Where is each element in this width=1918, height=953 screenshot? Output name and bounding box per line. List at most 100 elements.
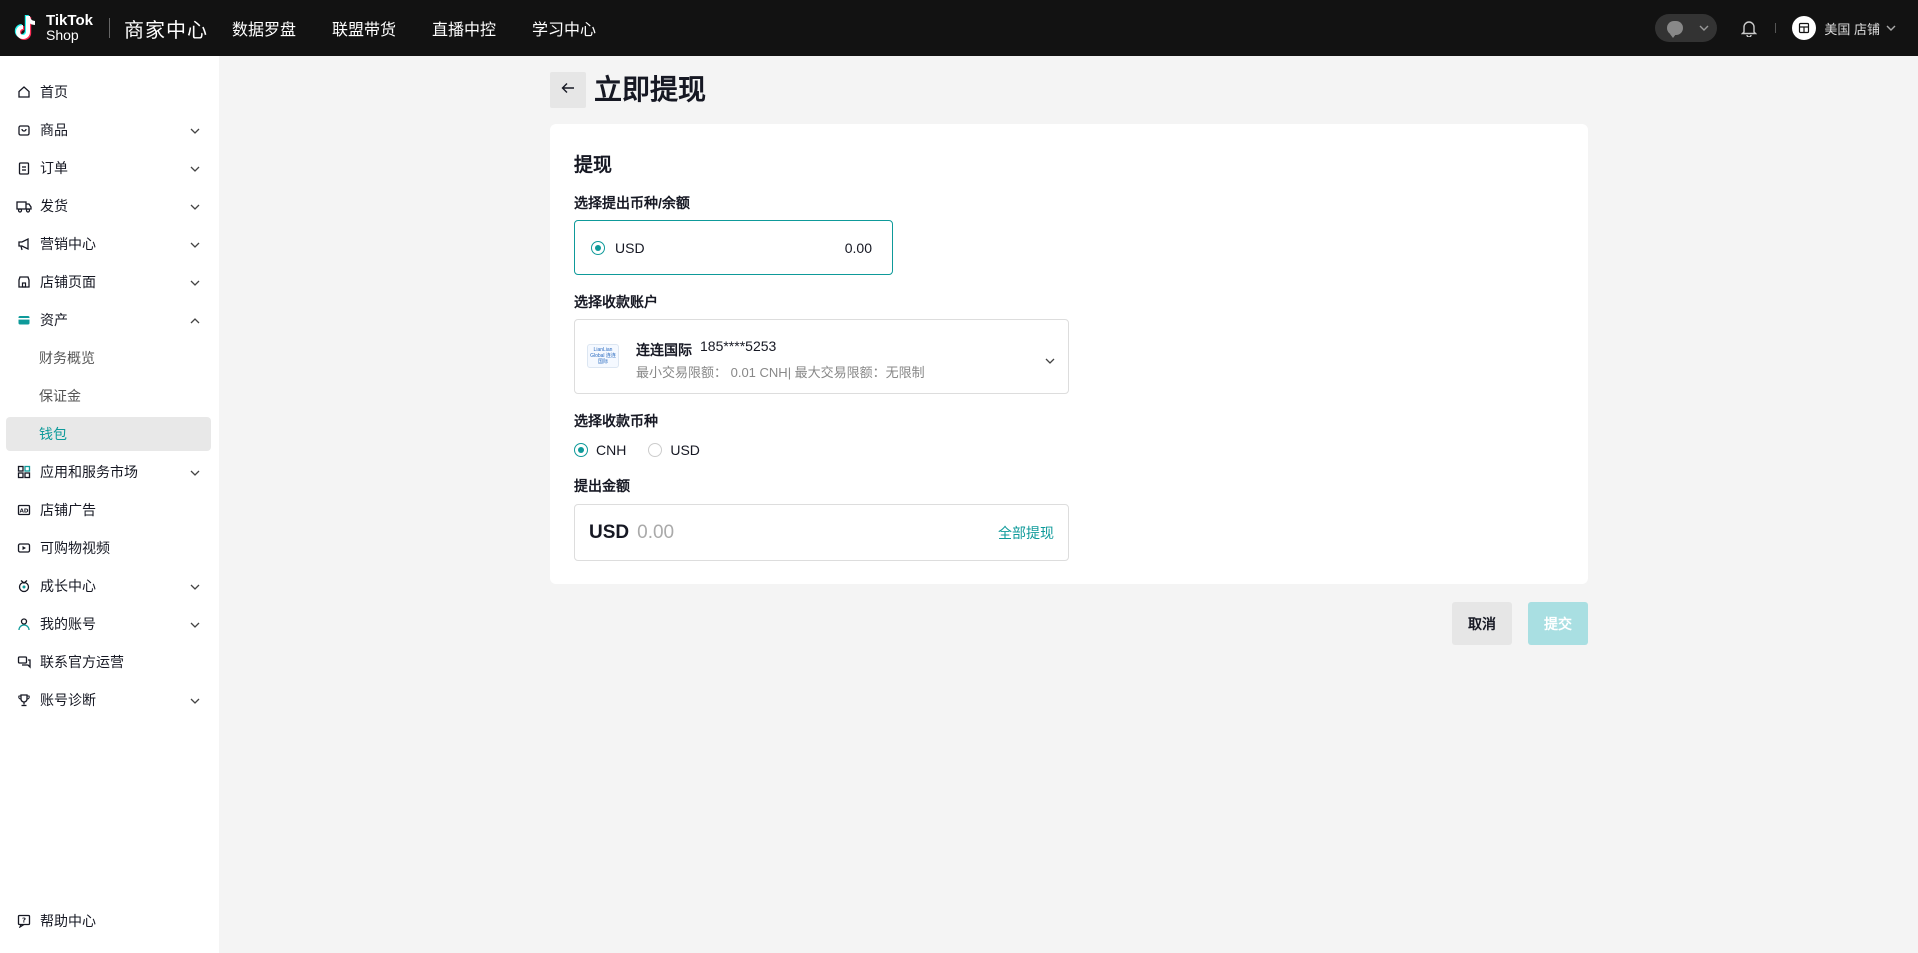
account-limits: 最小交易限额： 0.01 CNH| 最大交易限额：无限制	[636, 365, 925, 380]
chevron-up-icon	[189, 314, 201, 326]
sidebar-item-products[interactable]: 商品	[6, 113, 211, 147]
sidebar-item-label: 首页	[40, 84, 68, 100]
sidebar-item-label: 订单	[40, 160, 68, 176]
apps-icon	[16, 464, 32, 480]
store-avatar-icon	[1792, 16, 1817, 40]
sidebar-item-label: 帮助中心	[40, 913, 96, 929]
order-icon	[16, 160, 32, 176]
sidebar-item-account-diagnosis[interactable]: 账号诊断	[6, 683, 211, 717]
trophy-icon	[16, 692, 32, 708]
sidebar-item-shipping[interactable]: 发货	[6, 189, 211, 223]
chevron-down-icon	[189, 124, 201, 136]
chevron-down-icon	[189, 580, 201, 592]
radio-label: CNH	[596, 442, 627, 458]
radio-option-usd[interactable]: USD	[648, 442, 700, 458]
sidebar-item-finance-overview[interactable]: 财务概览	[6, 341, 211, 375]
tiktok-logo-icon	[14, 14, 40, 42]
balance-amount: 0.00	[844, 239, 872, 256]
topnav-item-learning-center[interactable]: 学习中心	[532, 16, 596, 40]
receive-currency-label: 选择收款币种	[574, 413, 658, 429]
amount-label: 提出金额	[574, 478, 630, 494]
svg-text:AD: AD	[20, 509, 29, 515]
receiving-account-label: 选择收款账户	[574, 294, 658, 310]
back-button[interactable]	[550, 72, 586, 108]
topnav-item-live-control[interactable]: 直播中控	[432, 16, 496, 40]
sidebar-item-contact-ops[interactable]: 联系官方运营	[6, 645, 211, 679]
sidebar-item-app-market[interactable]: 应用和服务市场	[6, 455, 211, 489]
chevron-down-icon	[1886, 23, 1896, 34]
sidebar-item-assets[interactable]: 资产	[6, 303, 211, 337]
sidebar-item-label: 保证金	[39, 388, 81, 404]
sidebar-item-label: 联系官方运营	[40, 654, 124, 670]
sidebar-item-deposit[interactable]: 保证金	[6, 379, 211, 413]
sidebar-item-store-ads[interactable]: AD 店铺广告	[6, 493, 211, 527]
radio-unselected-icon	[648, 443, 663, 457]
currency-balance-label: 选择提出币种/余额	[574, 195, 690, 211]
chevron-down-icon	[189, 162, 201, 174]
tiktok-shop-logo[interactable]: TikTok Shop	[14, 13, 93, 43]
sidebar-item-label: 钱包	[39, 426, 67, 442]
video-icon	[16, 540, 32, 556]
sidebar-item-label: 我的账号	[40, 616, 96, 632]
sidebar-item-label: 财务概览	[39, 350, 95, 366]
submit-button[interactable]: 提交	[1528, 602, 1588, 645]
balance-currency: USD	[615, 239, 645, 256]
wallet-icon	[16, 312, 32, 328]
lianlian-logo-text: LianLian Global 连连国际	[590, 347, 616, 365]
sidebar-item-my-account[interactable]: 我的账号	[6, 607, 211, 641]
chevron-down-icon	[189, 466, 201, 478]
chevron-down-icon	[189, 200, 201, 212]
sidebar-item-label: 营销中心	[40, 236, 96, 252]
sidebar-item-label: 店铺广告	[40, 502, 96, 518]
chat-icon	[16, 654, 32, 670]
bell-icon[interactable]	[1739, 18, 1759, 38]
account-number: 185****5253	[700, 338, 777, 354]
sidebar-item-label: 应用和服务市场	[40, 464, 138, 480]
sidebar-item-label: 账号诊断	[40, 692, 96, 708]
user-icon	[16, 616, 32, 632]
top-bar: TikTok Shop 商家中心 数据罗盘 联盟带货 直播中控 学习中心 美国 …	[0, 0, 1918, 56]
radio-label: USD	[670, 442, 700, 458]
radio-selected-icon	[591, 240, 605, 255]
megaphone-icon	[16, 236, 32, 252]
sidebar-item-label: 成长中心	[40, 578, 96, 594]
medal-icon	[16, 578, 32, 594]
sidebar-item-help-center[interactable]: ? 帮助中心	[6, 904, 211, 938]
withdraw-card: 提现 选择提出币种/余额 USD 0.00 选择收款账户 LianLian Gl…	[550, 124, 1588, 584]
arrow-left-icon	[561, 81, 575, 99]
sidebar-item-wallet[interactable]: 钱包	[6, 417, 211, 451]
store-icon	[16, 274, 32, 290]
logo-divider	[108, 18, 110, 38]
topnav-item-affiliate[interactable]: 联盟带货	[332, 16, 396, 40]
sidebar-item-marketing[interactable]: 营销中心	[6, 227, 211, 261]
topnav-item-data-compass[interactable]: 数据罗盘	[232, 16, 296, 40]
receiving-account-select[interactable]: LianLian Global 连连国际 连连国际 185****5253 最小…	[574, 319, 1069, 394]
chevron-down-icon	[189, 618, 201, 630]
amount-input[interactable]	[637, 521, 938, 544]
balance-option-usd[interactable]: USD 0.00	[574, 220, 893, 275]
product-icon	[16, 122, 32, 138]
sidebar: 首页 商品 订单 发货 营销中心 店铺页面 资产 财务概览 保证金 钱包 应用和…	[0, 56, 219, 953]
sidebar-item-label: 商品	[40, 122, 68, 138]
withdraw-all-link[interactable]: 全部提现	[998, 523, 1054, 543]
lianlian-logo-icon: LianLian Global 连连国际	[587, 344, 619, 368]
truck-icon	[16, 198, 32, 214]
chevron-down-icon	[1699, 23, 1709, 34]
logo-text: TikTok Shop	[46, 13, 93, 43]
radio-option-cnh[interactable]: CNH	[574, 442, 626, 458]
sidebar-item-home[interactable]: 首页	[6, 75, 211, 109]
logo-line2: Shop	[46, 27, 79, 43]
sidebar-item-store-pages[interactable]: 店铺页面	[6, 265, 211, 299]
chevron-down-icon	[189, 238, 201, 250]
messages-dropdown[interactable]	[1655, 14, 1718, 42]
sidebar-item-orders[interactable]: 订单	[6, 151, 211, 185]
top-nav: 数据罗盘 联盟带货 直播中控 学习中心	[232, 16, 632, 40]
sidebar-item-shoppable-video[interactable]: 可购物视频	[6, 531, 211, 565]
home-icon	[16, 84, 32, 100]
brand-title: 商家中心	[123, 19, 208, 42]
cancel-button[interactable]: 取消	[1452, 602, 1512, 645]
chevron-down-icon	[189, 276, 201, 288]
page-title: 立即提现	[594, 74, 707, 105]
store-switcher[interactable]: 美国 店铺	[1792, 16, 1896, 40]
sidebar-item-growth-center[interactable]: 成长中心	[6, 569, 211, 603]
